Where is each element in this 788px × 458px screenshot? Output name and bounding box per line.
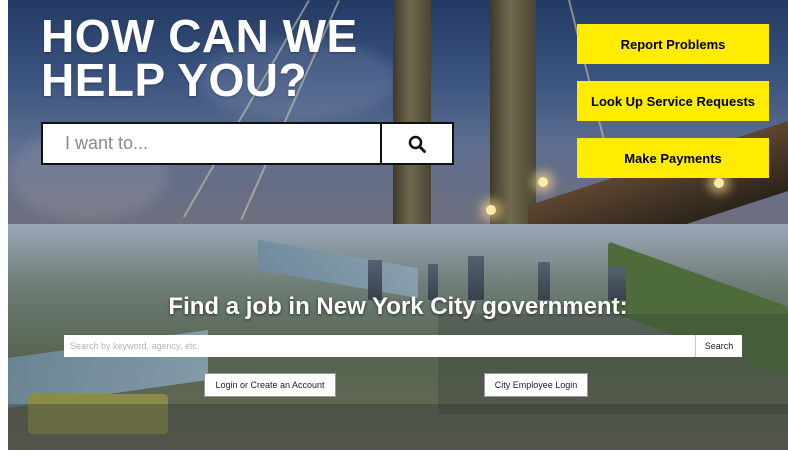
report-problems-button[interactable]: Report Problems — [577, 24, 769, 64]
river — [258, 239, 418, 299]
hero-banner: HOW CAN WE HELP YOU? Report Problems Loo… — [8, 0, 788, 224]
bridge-light — [486, 205, 496, 215]
bridge-tower-left — [393, 0, 431, 224]
hero-title-line1: HOW CAN WE — [41, 10, 358, 62]
bridge-tower-right — [490, 0, 536, 224]
help-search-box — [41, 122, 454, 165]
jobs-title: Find a job in New York City government: — [168, 293, 628, 320]
bridge-light — [538, 177, 548, 187]
jobs-banner: Find a job in New York City government: … — [8, 224, 788, 450]
job-search-button[interactable]: Search — [695, 335, 742, 357]
bridge-light — [714, 178, 724, 188]
make-payments-button[interactable]: Make Payments — [577, 138, 769, 178]
city-blocks — [438, 314, 788, 414]
look-up-service-requests-button[interactable]: Look Up Service Requests — [577, 81, 769, 121]
hero-title: HOW CAN WE HELP YOU? — [41, 10, 358, 106]
help-search-input[interactable] — [43, 124, 380, 163]
hero-title-line2: HELP YOU? — [41, 54, 308, 106]
help-search-button[interactable] — [380, 124, 452, 163]
city-employee-login-button[interactable]: City Employee Login — [484, 373, 588, 397]
login-create-account-button[interactable]: Login or Create an Account — [204, 373, 336, 397]
search-icon — [408, 135, 426, 153]
job-search-box: Search — [64, 335, 742, 357]
job-search-input[interactable] — [64, 335, 695, 357]
